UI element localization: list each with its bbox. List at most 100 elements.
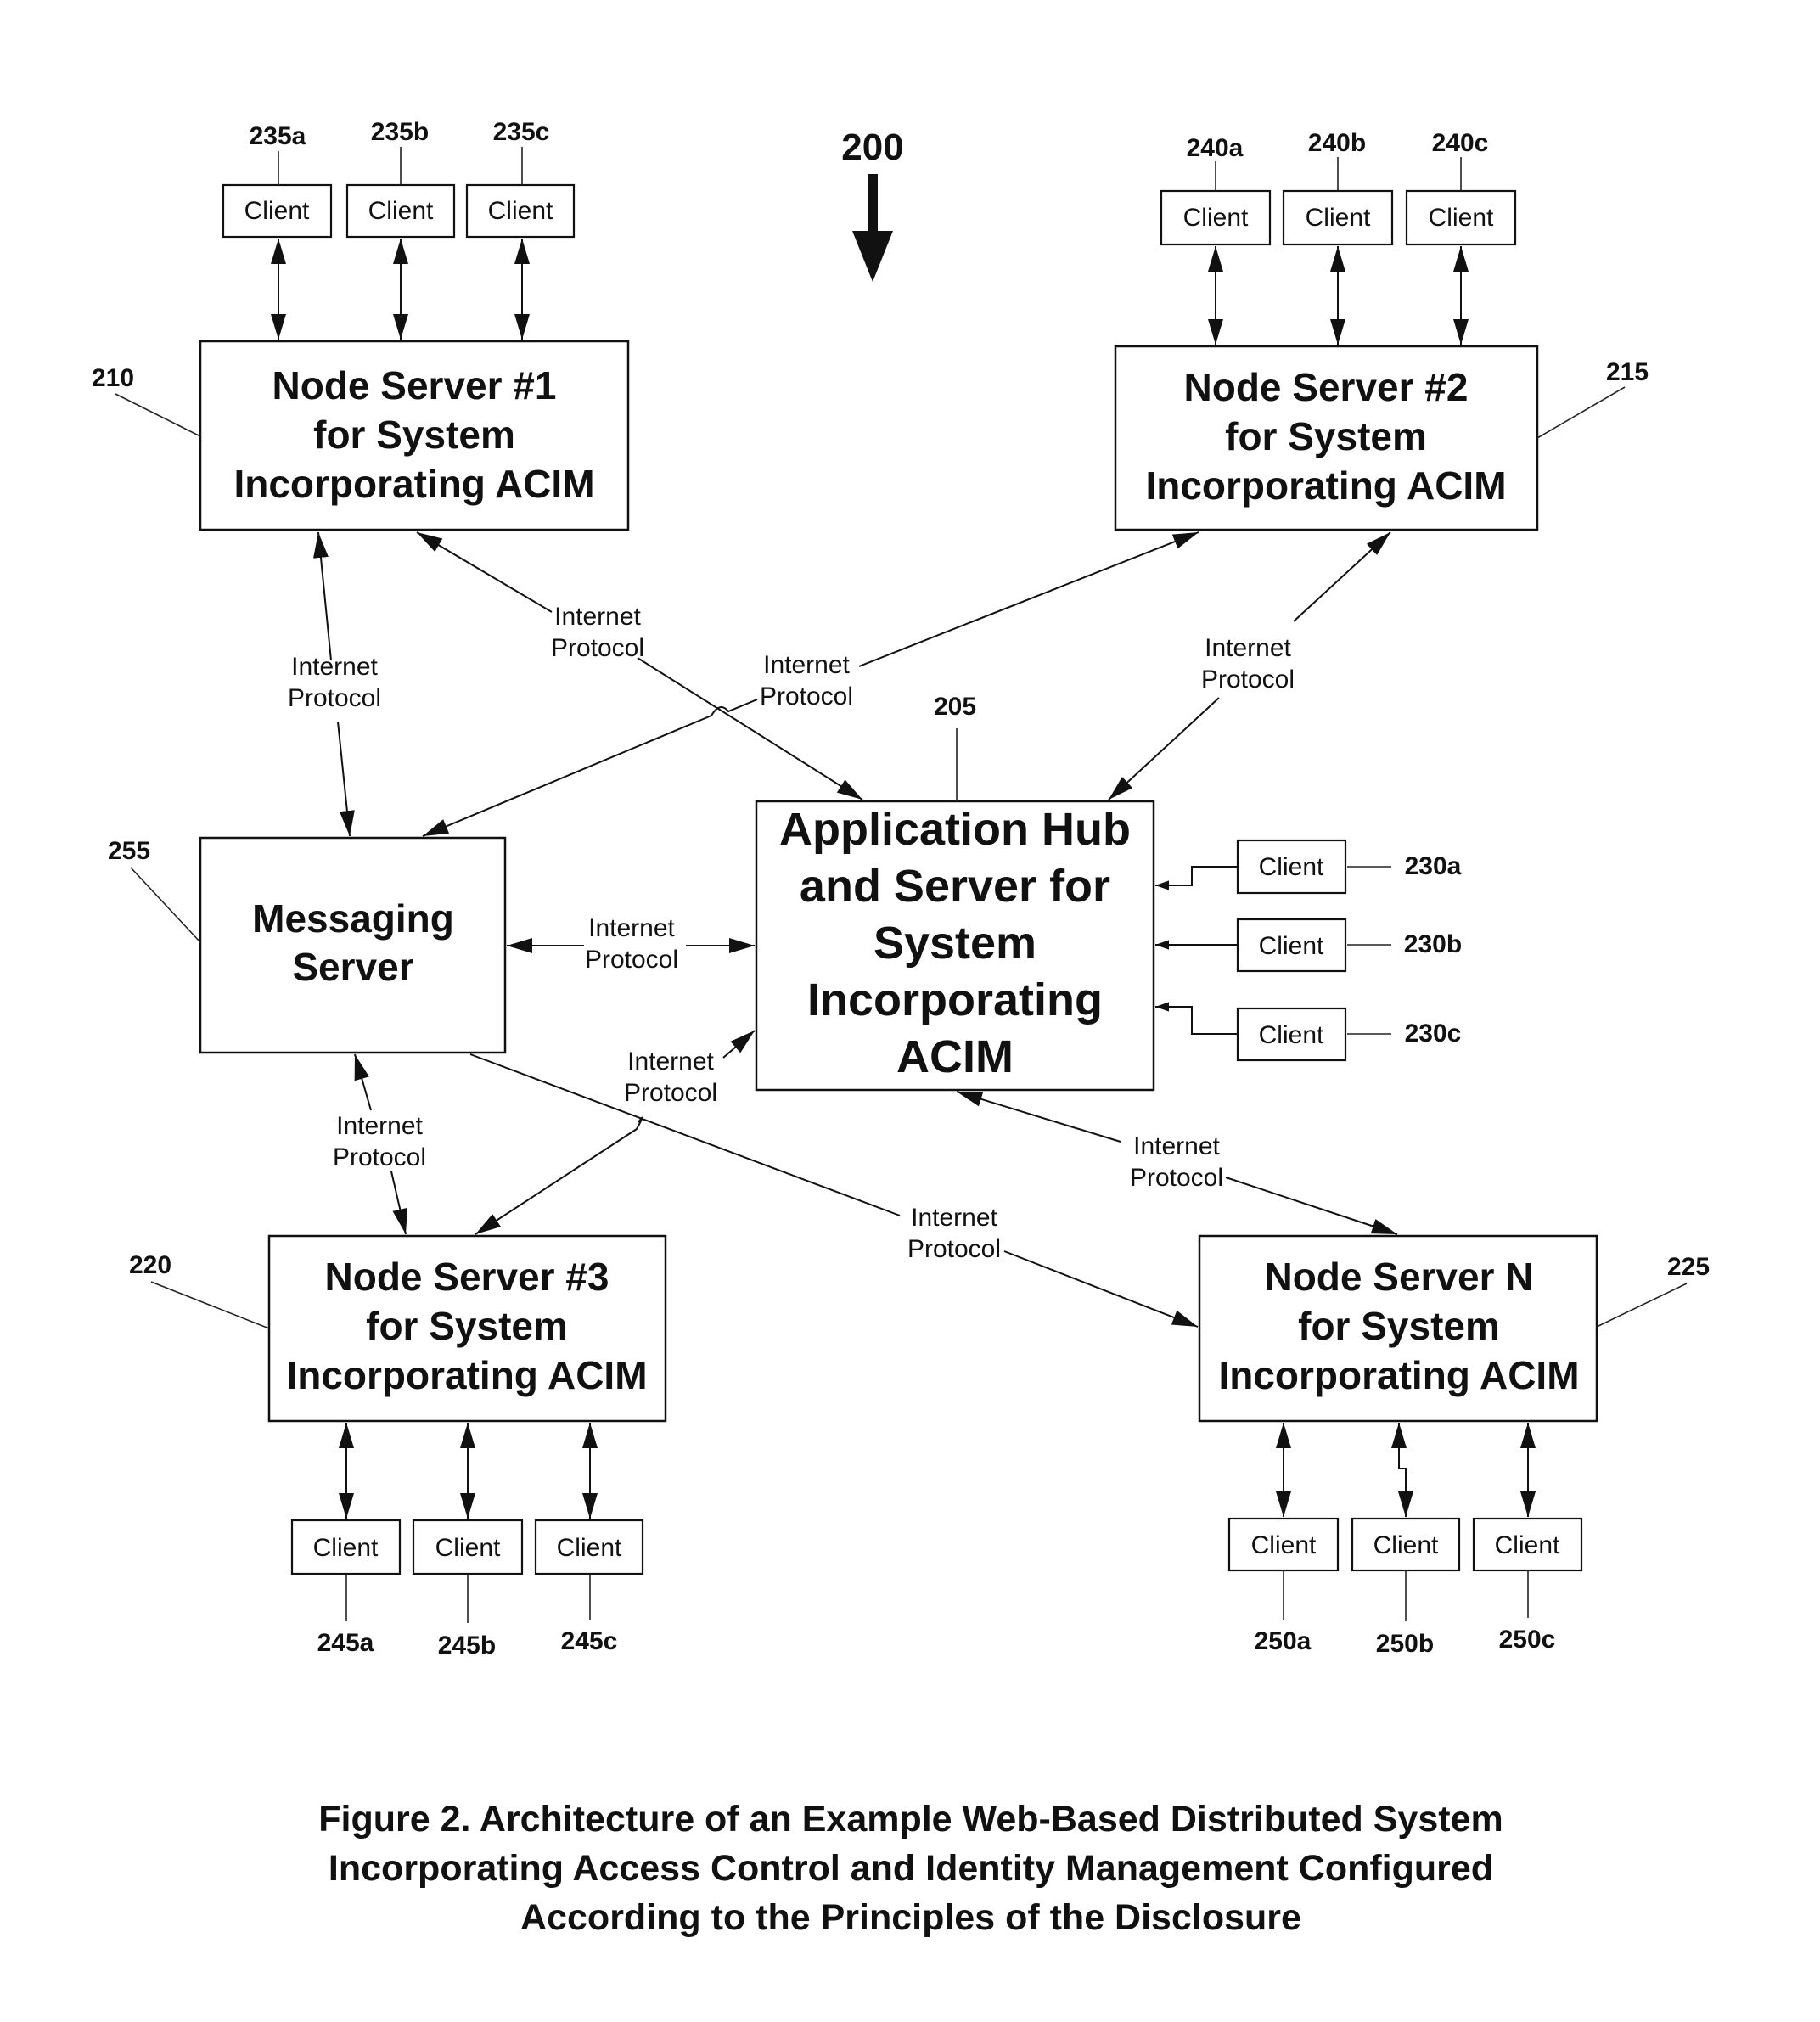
client-label: Client — [1495, 1531, 1560, 1559]
client-label: Client — [1373, 1531, 1439, 1559]
node-server-n: Node Server N for System Incorporating A… — [1198, 1234, 1598, 1423]
ip-label-line2: Protocol — [624, 1079, 717, 1107]
node-server-n-leader — [1596, 1283, 1688, 1328]
hub-client-b: Client — [1236, 918, 1347, 973]
client-label: Client — [1259, 932, 1324, 960]
ip-label-line1: Internet — [554, 603, 641, 631]
ip-label-line1: Internet — [1133, 1132, 1220, 1160]
client-label: Client — [1306, 204, 1371, 232]
figure-pointer-arrow-icon — [852, 174, 893, 282]
node-server-3-ref: 220 — [129, 1251, 171, 1279]
node-server-2-ref: 215 — [1606, 358, 1649, 386]
node1-client-b: Client — [345, 183, 456, 239]
ip-label-line1: Internet — [588, 914, 675, 942]
node-server-2-line1: Node Server #2 — [1184, 365, 1469, 409]
client-label: Client — [244, 197, 310, 225]
client-ref-235b: 235b — [371, 118, 429, 146]
client-ref-250b: 250b — [1376, 1630, 1434, 1658]
ip-label-line2: Protocol — [551, 634, 644, 662]
ip-label-line2: Protocol — [907, 1235, 1001, 1263]
node-server-1-line1: Node Server #1 — [272, 363, 557, 407]
node-server-1-ref: 210 — [92, 364, 134, 392]
figure-caption: Figure 2. Architecture of an Example Web… — [318, 1799, 1503, 1938]
ip-label-line1: Internet — [911, 1204, 997, 1232]
ip-label-line1: Internet — [627, 1048, 714, 1076]
client-ref-235c: 235c — [493, 118, 550, 146]
link-hub-nodeN: Internet Protocol — [956, 1091, 1398, 1235]
hub-client-a: Client — [1236, 839, 1347, 895]
node1-client-a: Client — [222, 183, 333, 239]
hub-client-a-link — [1155, 866, 1238, 890]
link-messaging-node3: Internet Protocol — [333, 1053, 426, 1235]
client-ref-230a: 230a — [1405, 852, 1462, 880]
node2-client-c: Client — [1405, 189, 1517, 246]
ip-label-line2: Protocol — [1201, 666, 1295, 694]
nodeN-client-a: Client — [1227, 1517, 1340, 1572]
node-server-1-leader — [115, 393, 201, 437]
client-ref-240b: 240b — [1308, 129, 1366, 157]
client-label: Client — [1259, 853, 1324, 881]
client-ref-235a: 235a — [250, 122, 306, 150]
architecture-diagram: 200 Node Server #1 for System Incorporat… — [92, 118, 1710, 1938]
client-ref-230c: 230c — [1405, 1019, 1462, 1048]
client-label: Client — [1429, 204, 1494, 232]
hub-line5: ACIM — [896, 1031, 1014, 1082]
ip-label-line1: Internet — [763, 651, 850, 679]
messaging-line2: Server — [292, 945, 413, 989]
client-label: Client — [435, 1534, 501, 1562]
node-server-1-line3: Incorporating ACIM — [233, 462, 594, 506]
node-server-n-line1: Node Server N — [1264, 1255, 1533, 1299]
ip-label-line1: Internet — [1205, 634, 1291, 662]
messaging-line1: Messaging — [252, 896, 454, 941]
link-node2-messaging: Internet Protocol — [422, 531, 1199, 837]
node-server-2-line3: Incorporating ACIM — [1145, 463, 1506, 508]
hub-line1: Application Hub — [779, 804, 1131, 855]
ip-label-line2: Protocol — [288, 684, 381, 712]
client-label: Client — [1251, 1531, 1317, 1559]
caption-line2: Incorporating Access Control and Identit… — [329, 1848, 1493, 1889]
nodeN-client-c: Client — [1472, 1517, 1583, 1572]
application-hub: Application Hub and Server for System In… — [755, 800, 1155, 1092]
ip-label-line1: Internet — [291, 653, 378, 681]
node-server-3-leader — [150, 1281, 270, 1329]
client-label: Client — [368, 197, 434, 225]
node-server-n-line2: for System — [1298, 1304, 1500, 1348]
client-ref-240c: 240c — [1432, 129, 1489, 157]
node-server-1: Node Server #1 for System Incorporating … — [199, 340, 630, 531]
hub-line4: Incorporating — [807, 974, 1103, 1025]
hub-line2: and Server for — [800, 861, 1110, 912]
hub-line3: System — [873, 918, 1036, 969]
node-server-n-ref: 225 — [1667, 1253, 1710, 1281]
client-ref-250a: 250a — [1255, 1627, 1312, 1655]
client-ref-245c: 245c — [561, 1627, 618, 1655]
caption-line3: According to the Principles of the Discl… — [520, 1897, 1301, 1938]
client-label: Client — [557, 1534, 622, 1562]
client-label: Client — [313, 1534, 379, 1562]
node1-client-c: Client — [465, 183, 576, 239]
node-server-3-line1: Node Server #3 — [325, 1255, 609, 1299]
client-ref-240a: 240a — [1187, 134, 1244, 162]
node-server-n-line3: Incorporating ACIM — [1218, 1353, 1579, 1397]
client-ref-245a: 245a — [317, 1629, 374, 1657]
ip-label-line2: Protocol — [333, 1143, 426, 1171]
ip-label-line1: Internet — [336, 1112, 423, 1140]
client-label: Client — [1259, 1021, 1324, 1049]
node-server-1-line2: for System — [313, 413, 515, 457]
client-ref-245b: 245b — [438, 1632, 496, 1660]
messaging-server: Messaging Server — [199, 836, 507, 1054]
node3-client-a: Client — [290, 1519, 402, 1575]
link-node1-messaging: Internet Protocol — [288, 531, 381, 837]
nodeN-client-b: Client — [1351, 1517, 1461, 1572]
node3-client-b: Client — [412, 1519, 524, 1575]
ip-label-line2: Protocol — [585, 946, 678, 974]
ip-label-line2: Protocol — [760, 682, 853, 711]
figure-number: 200 — [841, 126, 903, 168]
link-messaging-hub: Internet Protocol — [507, 914, 755, 974]
hub-ref: 205 — [934, 693, 976, 721]
hub-client-c: Client — [1236, 1007, 1347, 1062]
node-server-2-line2: for System — [1225, 414, 1427, 458]
link-node2-hub: Internet Protocol — [1108, 531, 1391, 800]
client-ref-230b: 230b — [1404, 930, 1462, 958]
ip-label-line2: Protocol — [1130, 1164, 1223, 1192]
node2-client-b: Client — [1282, 189, 1394, 246]
